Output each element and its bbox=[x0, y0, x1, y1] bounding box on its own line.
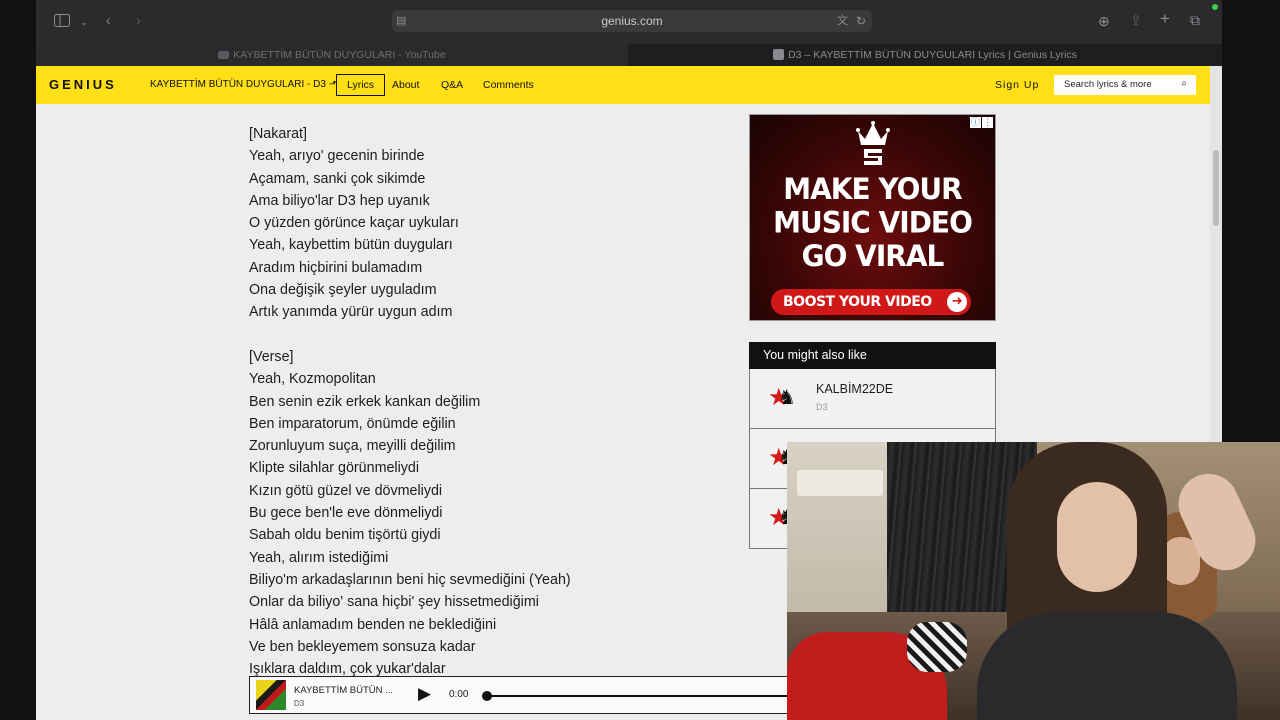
lyric-line[interactable]: Yeah, alırım istediğimi bbox=[249, 547, 669, 569]
download-icon[interactable]: ⊕ bbox=[1098, 14, 1110, 28]
nav-lyrics[interactable]: Lyrics bbox=[336, 74, 386, 96]
tabs-icon[interactable]: ⧉ bbox=[1190, 13, 1200, 27]
lyric-line[interactable]: Onlar da biliyo' sana hiçbi' şey hissetm… bbox=[249, 591, 669, 613]
webcam-video bbox=[787, 442, 1280, 720]
progress-knob[interactable] bbox=[482, 691, 492, 701]
search-icon[interactable]: ⌕ bbox=[1181, 78, 1187, 89]
share-icon[interactable]: ⇪ bbox=[1130, 13, 1142, 27]
ad-menu-icon[interactable]: ⋮ bbox=[982, 117, 993, 128]
header-song-title-text: KAYBETTİM BÜTÜN DUYGULARI - D3 bbox=[150, 79, 326, 90]
scrollbar-thumb[interactable] bbox=[1213, 150, 1219, 226]
lyric-line[interactable]: Ben imparatorum, önümde eğilin bbox=[249, 413, 669, 435]
section-header[interactable]: [Nakarat] bbox=[249, 123, 669, 145]
lyric-line[interactable]: Kızın götü güzel ve dövmeliydi bbox=[249, 480, 669, 502]
player-time: 0:00 bbox=[449, 689, 469, 700]
album-art bbox=[256, 680, 286, 710]
lyric-line[interactable]: Yeah, Kozmopolitan bbox=[249, 368, 669, 390]
person-shirt bbox=[977, 612, 1237, 720]
forward-arrow-icon[interactable]: › bbox=[136, 13, 141, 27]
dancer-icon: ♞ bbox=[778, 387, 796, 409]
zebra-pillow bbox=[907, 622, 967, 672]
crown-logo-icon bbox=[750, 121, 995, 172]
tab-youtube[interactable]: KAYBETTİM BÜTÜN DUYGULARI - YouTube bbox=[36, 44, 628, 66]
lyric-line[interactable]: Zorunluyum suça, meyilli değilim bbox=[249, 435, 669, 457]
section-header[interactable]: [Verse] bbox=[249, 346, 669, 368]
lyric-line[interactable]: Artık yanımda yürür uygun adım bbox=[249, 301, 669, 323]
suggestion-item[interactable]: ★ ♞ KALBİM22DE D3 bbox=[749, 369, 996, 429]
nav-about[interactable]: About bbox=[392, 66, 419, 104]
header-song-title[interactable]: KAYBETTİM BÜTÜN DUYGULARI - D3 ⬏ bbox=[150, 66, 337, 104]
lyric-line[interactable]: O yüzden görünce kaçar uykuları bbox=[249, 212, 669, 234]
nav-comments[interactable]: Comments bbox=[483, 66, 534, 104]
ad-headline-line: MAKE YOUR bbox=[783, 171, 962, 207]
nav-qa[interactable]: Q&A bbox=[441, 66, 463, 104]
back-arrow-icon[interactable]: ‹ bbox=[106, 13, 111, 27]
ad-headline: MAKE YOUR MUSIC VIDEO GO VIRAL bbox=[750, 171, 995, 274]
suggestions-heading: You might also like bbox=[749, 342, 996, 369]
progress-track[interactable] bbox=[486, 695, 806, 697]
chevron-down-icon[interactable]: ⌄ bbox=[80, 15, 88, 29]
sidebar-icon[interactable] bbox=[54, 14, 70, 29]
ad-headline-line: MUSIC VIDEO bbox=[773, 205, 973, 240]
tab-label: KAYBETTİM BÜTÜN DUYGULARI - YouTube bbox=[233, 49, 446, 61]
song-thumbnail: ★♞ bbox=[764, 383, 800, 413]
search-input[interactable]: Search lyrics & more ⌕ bbox=[1054, 75, 1196, 95]
arrow-right-icon: ➜ bbox=[947, 292, 967, 312]
audio-player: KAYBETTİM BÜTÜN ... D3 ▶ 0:00 bbox=[249, 676, 809, 714]
lyric-line[interactable]: Ve ben bekleyemem sonsuza kadar bbox=[249, 636, 669, 658]
lyric-line[interactable]: Ama biliyo'lar D3 hep uyanık bbox=[249, 190, 669, 212]
suggestion-title: KALBİM22DE bbox=[816, 382, 894, 396]
genius-logo[interactable]: GENIUS bbox=[49, 66, 117, 104]
player-title: KAYBETTİM BÜTÜN ... bbox=[294, 685, 394, 696]
lyric-line[interactable]: Açamam, sanki çok sikimde bbox=[249, 168, 669, 190]
address-bar[interactable]: ▤ genius.com 文 ↻ bbox=[392, 10, 872, 32]
plus-icon[interactable]: + bbox=[1160, 10, 1170, 27]
url-text: genius.com bbox=[601, 14, 663, 28]
stanza-gap bbox=[249, 324, 669, 346]
search-placeholder: Search lyrics & more bbox=[1064, 79, 1152, 90]
person-face bbox=[1057, 482, 1137, 592]
youtube-icon bbox=[218, 51, 230, 59]
lyric-line[interactable]: Ona değişik şeyler uyguladım bbox=[249, 279, 669, 301]
play-icon[interactable]: ▶ bbox=[418, 684, 431, 704]
sign-up-link[interactable]: Sign Up bbox=[995, 66, 1039, 104]
lyric-line[interactable]: Klipte silahlar görünmeliydi bbox=[249, 457, 669, 479]
status-dot bbox=[1212, 4, 1218, 10]
lyrics-body: [Nakarat] Yeah, arıyo' gecenin birinde Aça… bbox=[249, 123, 669, 680]
ad-cta-label: BOOST YOUR VIDEO NOW bbox=[783, 294, 932, 310]
genius-header: GENIUS KAYBETTİM BÜTÜN DUYGULARI - D3 ⬏ … bbox=[36, 66, 1210, 104]
ad-headline-line: GO VIRAL bbox=[801, 238, 945, 274]
translate-icon[interactable]: 文 bbox=[837, 14, 848, 28]
lyric-line[interactable]: Yeah, kaybettim bütün duyguları bbox=[249, 234, 669, 256]
browser-toolbar: ⌄ ‹ › ▤ genius.com 文 ↻ ⊕ ⇪ + ⧉ bbox=[36, 0, 1222, 44]
lyric-line[interactable]: Bu gece ben'le eve dönmeliydi bbox=[249, 502, 669, 524]
reload-icon[interactable]: ↻ bbox=[856, 14, 866, 28]
ad-info-icon[interactable]: ⓘ bbox=[970, 117, 981, 128]
lyric-line[interactable]: Aradım hiçbirini bulamadım bbox=[249, 257, 669, 279]
lyric-line[interactable]: Hâlâ anlamadım benden ne beklediğini bbox=[249, 614, 669, 636]
lyric-line[interactable]: Ben senin ezik erkek kankan değilim bbox=[249, 391, 669, 413]
ad-banner[interactable]: MAKE YOUR MUSIC VIDEO GO VIRAL BOOST YOU… bbox=[749, 114, 996, 321]
air-conditioner bbox=[797, 470, 883, 496]
player-artist: D3 bbox=[294, 699, 305, 708]
lyric-line[interactable]: Yeah, arıyo' gecenin birinde bbox=[249, 145, 669, 167]
tab-label: D3 – KAYBETTİM BÜTÜN DUYGULARI Lyrics | … bbox=[788, 49, 1077, 61]
lyric-line[interactable]: Biliyo'm arkadaşlarının beni hiç sevmedi… bbox=[249, 569, 669, 591]
ad-cta-button[interactable]: BOOST YOUR VIDEO NOW ➜ bbox=[771, 289, 971, 315]
suggestion-artist: D3 bbox=[816, 402, 828, 412]
genius-favicon-icon bbox=[773, 49, 785, 60]
tab-bar: KAYBETTİM BÜTÜN DUYGULARI - YouTube D3 –… bbox=[36, 44, 1222, 67]
tab-genius[interactable]: D3 – KAYBETTİM BÜTÜN DUYGULARI Lyrics | … bbox=[628, 44, 1222, 66]
lyric-line[interactable]: Sabah oldu benim tişörtü giydi bbox=[249, 524, 669, 546]
